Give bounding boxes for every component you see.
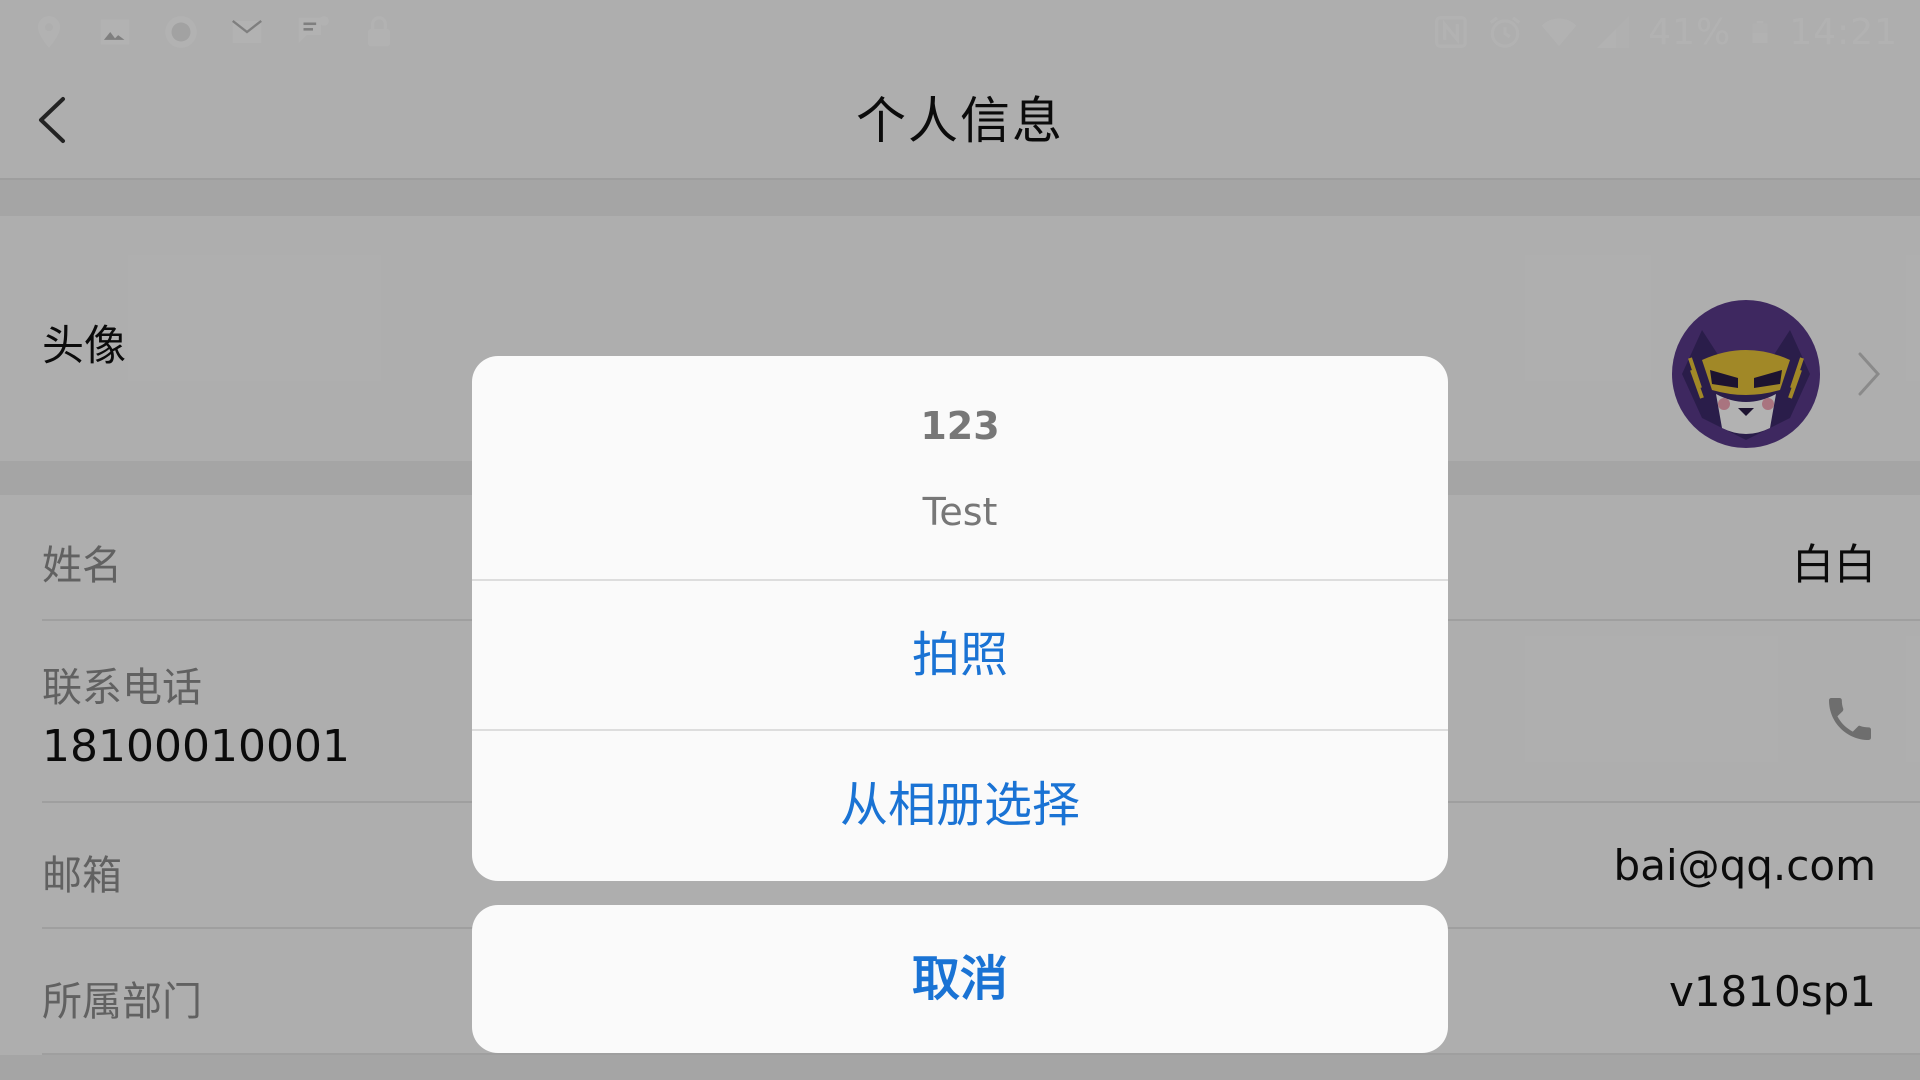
cancel-button[interactable]: 取消: [472, 905, 1448, 1053]
action-sheet: 123 Test 拍照 从相册选择: [472, 356, 1448, 881]
take-photo-button[interactable]: 拍照: [472, 581, 1448, 731]
action-sheet-header: 123 Test: [472, 356, 1448, 581]
action-sheet-title: 123: [920, 404, 1000, 448]
action-sheet-message: Test: [922, 490, 998, 534]
choose-from-album-button[interactable]: 从相册选择: [472, 731, 1448, 880]
